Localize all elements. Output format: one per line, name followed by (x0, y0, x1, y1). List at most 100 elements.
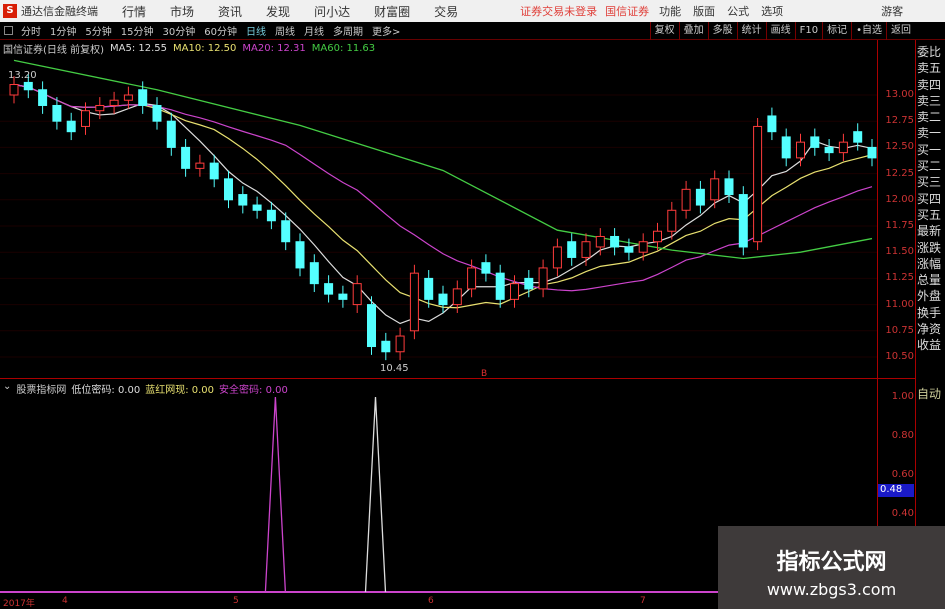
date-tick: 5 (233, 596, 239, 606)
ma-label: MA10: 12.50 (173, 42, 237, 54)
toolbar-button[interactable]: 复权 (649, 21, 679, 40)
candle-body (624, 246, 634, 253)
toolbar-button[interactable]: 标记 (822, 21, 851, 40)
pane-divider (0, 378, 915, 379)
auto-button[interactable]: 自动 (917, 385, 941, 402)
period-tab[interactable]: 60分钟 (204, 23, 237, 38)
toolbar-button[interactable]: 多股 (707, 21, 737, 40)
period-tab[interactable]: 15分钟 (121, 23, 154, 38)
collapse-icon[interactable]: ⌄ (3, 381, 11, 396)
toolbar-button[interactable]: F10 (794, 21, 822, 40)
toolbar-button[interactable]: 叠加 (678, 21, 708, 40)
menu-item[interactable]: 功能 (659, 3, 681, 19)
low-label: 10.45 (380, 363, 409, 374)
main-menu: 行情 市场 资讯 发现 问小达 财富圈 交易 (98, 3, 458, 20)
candle-body (252, 204, 262, 211)
period-tab[interactable]: 30分钟 (162, 23, 195, 38)
period-tab[interactable]: 月线 (304, 23, 324, 38)
candle-body (653, 230, 662, 243)
candle-body (338, 293, 348, 300)
candle-body (796, 141, 805, 159)
toolbar-button[interactable]: 统计 (736, 21, 766, 40)
candle-body (524, 277, 534, 290)
menu-item[interactable]: 版面 (693, 3, 715, 19)
toolbar-button[interactable]: •自选 (851, 21, 886, 40)
candle-body (538, 267, 548, 290)
menu-item[interactable]: 行情 (122, 3, 146, 20)
menu-item[interactable]: 市场 (170, 3, 194, 20)
watermark-title: 指标公式网 (776, 550, 887, 575)
quote-label: 收益 (917, 338, 942, 353)
candle-body (767, 115, 777, 133)
menu-item[interactable]: 公式 (727, 3, 749, 19)
menu-item[interactable]: 资讯 (218, 3, 242, 20)
candle-body (610, 235, 620, 248)
menu-item[interactable]: 发现 (266, 3, 290, 20)
candle-body (467, 267, 477, 290)
axis-divider (877, 40, 878, 595)
high-label: 13.20 (8, 70, 37, 81)
period-tab[interactable]: 分时 (21, 23, 41, 38)
indicator-tick: 0.40 (891, 508, 914, 519)
candle-body (424, 277, 434, 300)
candle-body (123, 94, 133, 101)
menu-item[interactable]: 交易 (434, 3, 458, 20)
period-tab[interactable]: 更多> (372, 23, 400, 38)
user-label[interactable]: 游客 (881, 3, 903, 19)
period-tab[interactable]: 周线 (275, 23, 295, 38)
date-tick: 7 (640, 596, 646, 606)
period-tab[interactable]: 日线 (246, 23, 266, 38)
toolbar-button[interactable]: 画线 (765, 21, 795, 40)
ma-label: MA5: 12.55 (109, 42, 167, 54)
menu-item[interactable]: 财富圈 (374, 3, 410, 20)
menu-item[interactable]: 选项 (761, 3, 783, 19)
candle-body (224, 178, 233, 201)
candle-body (710, 178, 720, 201)
stock-name: 国信证券(日线 前复权) (3, 44, 104, 56)
watermark: 指标公式网 www.zbgs3.com (718, 526, 945, 609)
menu-item[interactable]: 问小达 (314, 3, 350, 20)
period-tab[interactable]: 1分钟 (50, 23, 76, 38)
quote-label: 买一 (917, 142, 942, 157)
candle-body (295, 241, 305, 269)
chart-buttons: 复权 叠加 多股 统计 画线 F10 标记 •自选 返回 (649, 21, 915, 40)
date-tick: 4 (62, 596, 68, 606)
price-tick: 12.00 (885, 193, 914, 205)
candle-body (753, 125, 763, 243)
panel-toggle-icon[interactable] (4, 26, 13, 35)
price-tick: 11.50 (885, 246, 914, 258)
price-tick: 10.50 (885, 351, 914, 362)
candle-body (781, 136, 791, 159)
indicator-tick: 0.60 (891, 469, 914, 480)
candle-body (552, 246, 562, 269)
ma-label: MA60: 11.63 (311, 42, 376, 54)
candle-body (352, 283, 362, 306)
price-chart[interactable]: 13.2010.45 B (0, 40, 877, 596)
broker-link[interactable]: 国信证券 (605, 3, 649, 19)
ma-label: MA20: 12.31 (242, 42, 306, 54)
candle-body (281, 220, 291, 243)
candle-body (595, 235, 605, 248)
candle-body (109, 99, 119, 106)
right-menu: 功能 版面 公式 选项 (659, 3, 795, 19)
candle-body (266, 209, 276, 222)
quote-label: 卖五 (917, 61, 942, 76)
candle-body (52, 104, 62, 122)
date-tick: 2017年 (3, 599, 35, 609)
indicator-tick: 0.80 (891, 430, 914, 441)
period-tab[interactable]: 多周期 (333, 23, 363, 38)
quote-label: 最新 (917, 224, 942, 239)
candle-body (681, 188, 691, 211)
candle-body (853, 131, 863, 143)
candle-body (867, 146, 877, 159)
price-tick: 13.00 (885, 89, 914, 100)
candle-body (367, 304, 376, 348)
period-tab[interactable]: 5分钟 (85, 23, 111, 38)
candle-body (238, 194, 248, 206)
candle-body (138, 89, 148, 106)
candle-body (181, 146, 191, 169)
candle-body (695, 188, 705, 206)
login-status[interactable]: 证券交易未登录 (520, 3, 597, 19)
candle-body (738, 194, 748, 248)
toolbar-button[interactable]: 返回 (886, 21, 915, 40)
